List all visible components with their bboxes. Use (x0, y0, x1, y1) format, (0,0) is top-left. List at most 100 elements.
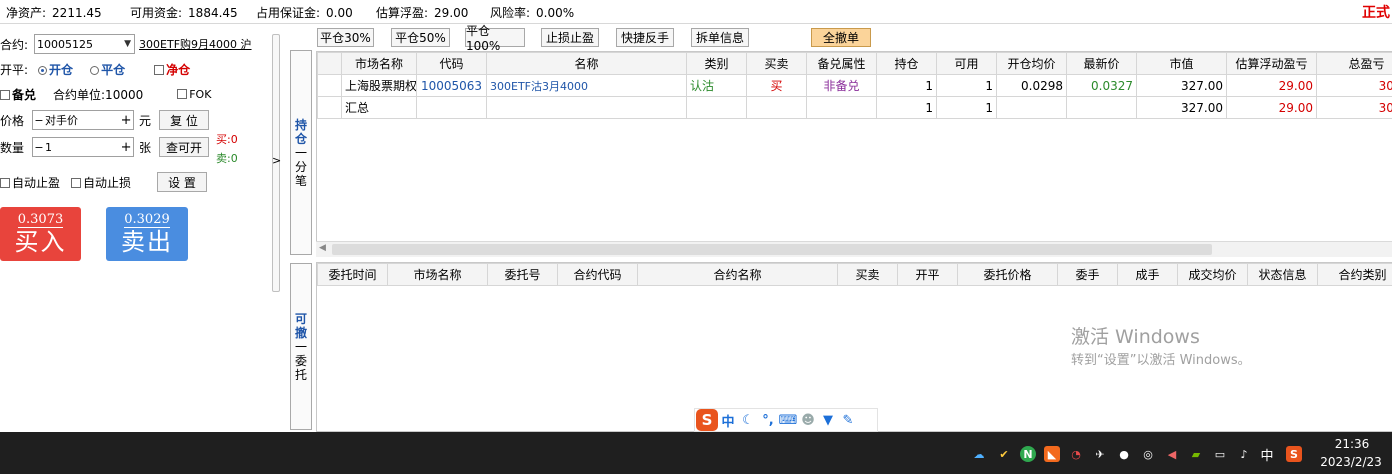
cloud-icon[interactable]: ☁ (971, 446, 987, 462)
checkbox-icon (154, 64, 165, 75)
covered-checkbox[interactable]: 备兑 (0, 86, 36, 103)
buy-button[interactable]: 0.3073 买入 (0, 207, 81, 261)
column-header[interactable]: 合约名称 (637, 263, 838, 286)
network-icon[interactable]: ▭ (1212, 446, 1228, 462)
sogou-tray-icon[interactable]: S (1286, 446, 1302, 462)
positions-table: 市场名称 代码 名称 类别 买卖 备兑属性 持仓 可用 开仓均价 最新价 市值 … (317, 52, 1392, 119)
camera-icon[interactable]: ◎ (1140, 446, 1156, 462)
row-indicator-header (317, 52, 342, 75)
column-header[interactable]: 类别 (686, 52, 747, 75)
clock-time[interactable]: 21:36 (1330, 437, 1374, 451)
column-header[interactable]: 市场名称 (341, 52, 417, 75)
nvidia-icon[interactable]: ▰ (1188, 446, 1204, 462)
reset-button[interactable]: 复 位 (159, 110, 210, 130)
orange-app-icon[interactable]: ◣ (1044, 446, 1060, 462)
column-header[interactable]: 买卖 (837, 263, 898, 286)
column-header[interactable]: 估算浮动盈亏 (1226, 52, 1317, 75)
auto-take-profit-checkbox[interactable]: 自动止盈 (0, 174, 60, 191)
total-row: 汇总 1 1 327.00 29.00 308.9 (317, 96, 1392, 119)
column-header[interactable]: 开平 (897, 263, 958, 286)
column-header[interactable]: 成交均价 (1177, 263, 1248, 286)
close-100-button[interactable]: 平仓100% (465, 24, 525, 53)
column-header[interactable]: 委托号 (487, 263, 558, 286)
close-50-button[interactable]: 平仓50% (391, 28, 450, 47)
contract-name-link[interactable]: 300ETF购9月4000 沪 (139, 36, 251, 52)
user-icon[interactable]: ☻ (798, 413, 818, 428)
column-header[interactable]: 成手 (1117, 263, 1178, 286)
minus-icon[interactable]: − (33, 141, 45, 154)
column-header[interactable]: 备兑属性 (806, 52, 877, 75)
auto-stop-loss-checkbox[interactable]: 自动止损 (71, 174, 131, 191)
skin-shirt-icon[interactable]: ▼ (818, 413, 838, 428)
tab-positions[interactable]: 持 仓 一 分 笔 (290, 50, 312, 255)
wechat-icon[interactable]: ● (1116, 446, 1132, 462)
split-order-info-button[interactable]: 拆单信息 (691, 28, 749, 47)
column-header[interactable]: 买卖 (746, 52, 807, 75)
check-circle-icon[interactable]: ✔ (996, 446, 1012, 462)
scrollbar-thumb[interactable] (332, 244, 1212, 255)
column-header[interactable]: 状态信息 (1247, 263, 1318, 286)
column-header[interactable]: 持仓 (876, 52, 937, 75)
column-header[interactable]: 合约代码 (557, 263, 638, 286)
table-row[interactable]: 上海股票期权 10005063 300ETF沽3月4000 认沽 买 非备兑 1… (317, 74, 1392, 97)
settings-button[interactable]: 设 置 (157, 172, 208, 192)
ime-mode-label[interactable]: 中 (718, 411, 738, 430)
input-mode-label[interactable]: 中 (1259, 446, 1275, 464)
open-radio[interactable]: 开仓 (38, 61, 73, 78)
column-header[interactable]: 最新价 (1066, 52, 1137, 75)
quantity-row: 数量 − 1 + 张 查可开 (0, 136, 210, 158)
order-entry-panel: 合约: 10005125 ▼ 300ETF购9月4000 沪 开平: 开仓 平仓… (0, 26, 280, 296)
speaker-alert-icon[interactable]: ◀ (1164, 446, 1180, 462)
column-header[interactable]: 可用 (936, 52, 997, 75)
collapse-arrow-icon[interactable]: > (272, 154, 281, 167)
price-type-stepper[interactable]: − 对手价 + (32, 110, 135, 130)
moon-icon[interactable]: ☾ (738, 413, 758, 428)
n-app-icon[interactable]: N (1020, 446, 1036, 462)
tab-cancelable-orders[interactable]: 可 撤 一 委 托 (290, 263, 312, 430)
query-openable-button[interactable]: 查可开 (159, 137, 210, 157)
close-30-button[interactable]: 平仓30% (317, 28, 374, 47)
positions-horizontal-scrollbar[interactable]: ◀ (316, 241, 1392, 257)
keyboard-icon[interactable]: ⌨ (778, 413, 798, 428)
risk-ratio: 风险率: 0.00% (490, 6, 575, 20)
stop-profit-loss-button[interactable]: 止损止盈 (541, 28, 599, 47)
cell-market-value: 327.00 (1136, 74, 1227, 97)
red-app-icon[interactable]: ◔ (1068, 446, 1084, 462)
column-header[interactable]: 开仓均价 (996, 52, 1067, 75)
cancel-all-button[interactable]: 全撤单 (811, 28, 871, 47)
open-close-row: 开平: 开仓 平仓 净仓 (0, 61, 191, 78)
net-checkbox[interactable]: 净仓 (154, 61, 190, 78)
sell-count: 卖:0 (216, 152, 238, 165)
column-header[interactable]: 委托时间 (317, 263, 388, 286)
cell-name: 300ETF沽3月4000 (486, 74, 687, 97)
wrench-icon[interactable]: ✎ (838, 413, 858, 428)
minus-icon[interactable]: − (33, 114, 45, 127)
column-header[interactable]: 总盈亏 (1316, 52, 1392, 75)
sell-button[interactable]: 0.3029 卖出 (106, 207, 188, 261)
net-assets: 净资产: 2211.45 (6, 6, 102, 20)
column-header[interactable]: 委手 (1057, 263, 1118, 286)
column-header[interactable]: 委托价格 (957, 263, 1058, 286)
column-header[interactable]: 市场名称 (387, 263, 488, 286)
column-header[interactable]: 市值 (1136, 52, 1227, 75)
scroll-left-icon[interactable]: ◀ (319, 243, 326, 253)
pin-icon[interactable]: ✈ (1092, 446, 1108, 462)
volume-icon[interactable]: ♪ (1236, 446, 1252, 462)
cell-market: 上海股票期权 (341, 74, 417, 97)
close-radio[interactable]: 平仓 (90, 61, 125, 78)
quick-reverse-button[interactable]: 快捷反手 (616, 28, 674, 47)
radio-icon (90, 65, 100, 75)
cell-total-available: 1 (936, 96, 997, 119)
sogou-logo-icon[interactable]: S (696, 409, 718, 431)
cell-code: 10005063 (416, 74, 487, 97)
plus-icon[interactable]: + (119, 113, 133, 128)
column-header[interactable]: 合约类别 (1317, 263, 1392, 286)
punctuation-icon[interactable]: °, (758, 413, 778, 428)
plus-icon[interactable]: + (119, 140, 133, 155)
quantity-stepper[interactable]: − 1 + (32, 137, 135, 157)
clock-date[interactable]: 2023/2/23 (1318, 455, 1384, 469)
fok-checkbox[interactable]: FOK (177, 87, 211, 101)
column-header[interactable]: 代码 (416, 52, 487, 75)
contract-select[interactable]: 10005125 ▼ (34, 34, 136, 54)
column-header[interactable]: 名称 (486, 52, 687, 75)
